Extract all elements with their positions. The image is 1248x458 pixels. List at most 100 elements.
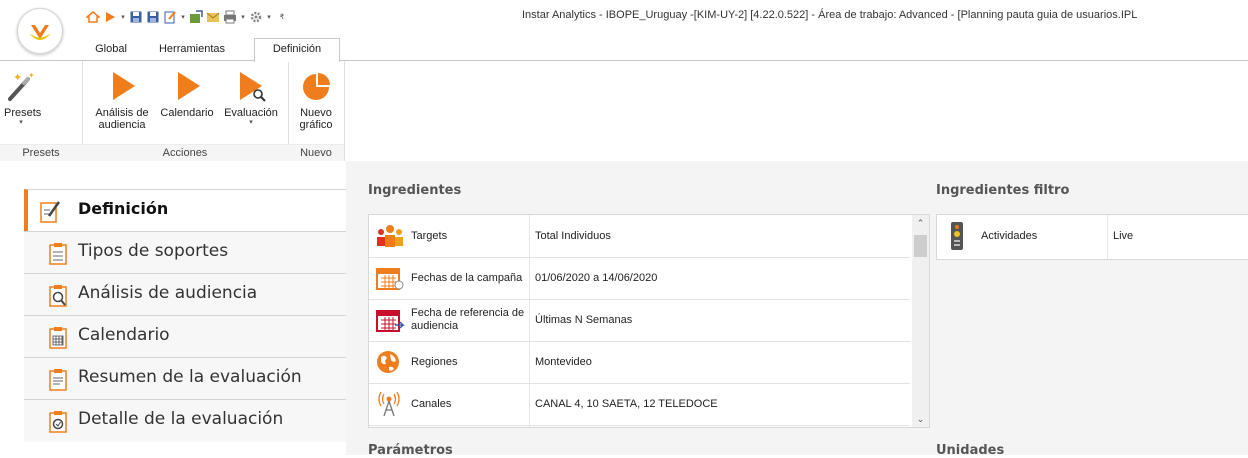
analisis-label-2: audiencia bbox=[98, 119, 146, 131]
ingredientes-scrollbar[interactable]: ⌃ ⌄ bbox=[912, 215, 929, 427]
nav-label: Detalle de la evaluación bbox=[78, 409, 284, 429]
ribbon: ✦ ✦ Presets ▾ Presets Análisis de audien… bbox=[0, 60, 1248, 162]
filtro-value: Live bbox=[1113, 230, 1134, 242]
parametros-title: Parámetros bbox=[368, 443, 453, 458]
ingredientes-title: Ingredientes bbox=[368, 183, 462, 198]
ingredient-key: Fecha de referencia de audiencia bbox=[411, 307, 525, 332]
ingredient-value: Montevideo bbox=[535, 356, 592, 368]
ingredient-value: 01/06/2020 a 14/06/2020 bbox=[535, 272, 658, 284]
audience-search-icon bbox=[49, 285, 67, 307]
ingredient-key: Fechas de la campaña bbox=[411, 272, 523, 284]
chevron-down-icon[interactable]: ▾ bbox=[180, 13, 186, 21]
ingredient-row-fechas-campana[interactable]: Fechas de la campaña 01/06/2020 a 14/06/… bbox=[369, 257, 910, 300]
tab-global[interactable]: Global bbox=[86, 39, 136, 59]
play-search-icon bbox=[240, 72, 266, 102]
scroll-up-icon[interactable]: ⌃ bbox=[912, 215, 929, 231]
ingredientes-filtro-table: Actividades Live bbox=[936, 214, 1248, 260]
summary-document-icon bbox=[49, 369, 67, 391]
ingredient-value: Últimas N Semanas bbox=[535, 314, 633, 326]
scrollbar-thumb[interactable] bbox=[914, 235, 927, 257]
presets-button-label: Presets bbox=[4, 107, 42, 119]
app-menu-button[interactable] bbox=[17, 8, 63, 54]
ingredient-key: Targets bbox=[411, 230, 448, 242]
ingredient-value: Total Individuos bbox=[535, 230, 611, 242]
settings-icon[interactable] bbox=[249, 10, 263, 24]
nuevo-label-2: gráfico bbox=[299, 119, 333, 131]
save-as-icon[interactable] bbox=[146, 10, 160, 24]
calendario-label: Calendario bbox=[160, 107, 214, 119]
nuevo-label-1: Nuevo bbox=[300, 107, 332, 119]
presets-button[interactable]: ✦ ✦ Presets ▾ bbox=[4, 69, 42, 127]
main-content: Ingredientes Ingredientes filtro Targets… bbox=[346, 161, 1248, 458]
nav-label: Definición bbox=[78, 199, 169, 218]
ribbon-group-nuevo: Nuevo gráfico Nuevo bbox=[288, 61, 345, 161]
nuevo-group-label: Nuevo bbox=[288, 144, 344, 161]
nav-label: Resumen de la evaluación bbox=[78, 367, 302, 387]
email-icon[interactable] bbox=[206, 10, 220, 24]
svg-text:✦: ✦ bbox=[28, 71, 35, 80]
nav-item-analisis-de-audiencia[interactable]: Análisis de audiencia bbox=[24, 273, 346, 316]
chevron-down-icon[interactable]: ▾ bbox=[240, 13, 246, 21]
edit-document-icon bbox=[40, 201, 60, 223]
calendar-icon bbox=[49, 327, 67, 349]
magic-wand-icon: ✦ ✦ bbox=[8, 71, 35, 101]
svg-text:✦: ✦ bbox=[13, 71, 22, 84]
tab-definicion[interactable]: Definición bbox=[254, 38, 340, 62]
chevron-down-icon[interactable]: ▾ bbox=[266, 13, 272, 21]
nav-label: Tipos de soportes bbox=[78, 241, 229, 261]
calendario-button[interactable]: Calendario bbox=[156, 69, 218, 119]
window-title: Instar Analytics - IBOPE_Uruguay -[KIM-U… bbox=[522, 9, 1138, 21]
analisis-audiencia-button[interactable]: Análisis de audiencia bbox=[88, 69, 156, 131]
ingredient-row-fecha-referencia[interactable]: Fecha de referencia de audiencia Últimas… bbox=[369, 299, 910, 342]
analisis-label-1: Análisis de bbox=[95, 107, 149, 119]
left-nav: Definición Tipos de soportes Análisis de… bbox=[24, 189, 346, 455]
quick-access-toolbar: ▾ ▾ ▾ ▾ ₹ bbox=[86, 9, 289, 25]
ribbon-tabs: Global Herramientas Definición bbox=[0, 34, 1248, 62]
nav-item-definicion[interactable]: Definición bbox=[24, 189, 346, 232]
pie-chart-icon bbox=[303, 73, 330, 100]
globe-icon bbox=[377, 351, 399, 373]
edit-file-icon[interactable] bbox=[163, 10, 177, 24]
unidades-title: Unidades bbox=[936, 443, 1005, 458]
left-panel-header bbox=[0, 161, 346, 189]
filtro-key: Actividades bbox=[981, 230, 1038, 242]
ingredient-key: Regiones bbox=[411, 356, 458, 368]
calendar-reference-icon bbox=[376, 310, 405, 332]
evaluacion-label: Evaluación bbox=[224, 107, 278, 119]
title-bar: ▾ ▾ ▾ ▾ ₹ Instar Analytics - IBOPE_Urugu… bbox=[0, 0, 1248, 54]
ingredient-row-targets[interactable]: Targets Total Individuos bbox=[369, 215, 910, 258]
chevron-down-icon[interactable]: ▾ bbox=[120, 13, 126, 21]
calendar-range-icon bbox=[376, 268, 404, 290]
detail-search-icon bbox=[49, 411, 67, 433]
nuevo-grafico-button[interactable]: Nuevo gráfico bbox=[292, 69, 340, 131]
nav-item-resumen-de-la-evaluacion[interactable]: Resumen de la evaluación bbox=[24, 357, 346, 400]
acciones-group-label: Acciones bbox=[82, 144, 288, 161]
ingredient-key: Canales bbox=[411, 398, 452, 410]
people-icon bbox=[377, 225, 403, 247]
chevron-down-icon: ▾ bbox=[19, 119, 23, 126]
play-icon bbox=[178, 72, 200, 100]
ingredient-row-canales[interactable]: Canales CANAL 4, 10 SAETA, 12 TELEDOCE bbox=[369, 383, 910, 426]
presets-group-label: Presets bbox=[0, 144, 82, 161]
tab-herramientas[interactable]: Herramientas bbox=[150, 39, 234, 59]
ingredientes-table: Targets Total Individuos Fechas de la ca… bbox=[368, 214, 930, 428]
ribbon-group-presets: ✦ ✦ Presets ▾ Presets bbox=[0, 61, 83, 161]
chevron-down-icon: ▾ bbox=[249, 119, 253, 126]
ingredientes-filtro-title: Ingredientes filtro bbox=[936, 183, 1070, 198]
column-divider bbox=[1107, 215, 1108, 259]
ingredient-row-regiones[interactable]: Regiones Montevideo bbox=[369, 341, 910, 384]
nav-label: Calendario bbox=[78, 325, 170, 345]
home-icon[interactable] bbox=[86, 10, 100, 24]
app-logo-icon bbox=[29, 25, 51, 40]
scroll-down-icon[interactable]: ⌄ bbox=[912, 411, 929, 427]
customize-toolbar-icon[interactable]: ₹ bbox=[275, 13, 289, 21]
nav-item-tipos-de-soportes[interactable]: Tipos de soportes bbox=[24, 231, 346, 274]
run-icon[interactable] bbox=[103, 10, 117, 24]
antenna-icon bbox=[378, 391, 400, 417]
export-icon[interactable] bbox=[189, 10, 203, 24]
nav-item-calendario[interactable]: Calendario bbox=[24, 315, 346, 358]
evaluacion-button[interactable]: Evaluación ▾ bbox=[218, 69, 284, 127]
save-icon[interactable] bbox=[129, 10, 143, 24]
nav-item-detalle-de-la-evaluacion[interactable]: Detalle de la evaluación bbox=[24, 399, 346, 442]
print-icon[interactable] bbox=[223, 10, 237, 24]
